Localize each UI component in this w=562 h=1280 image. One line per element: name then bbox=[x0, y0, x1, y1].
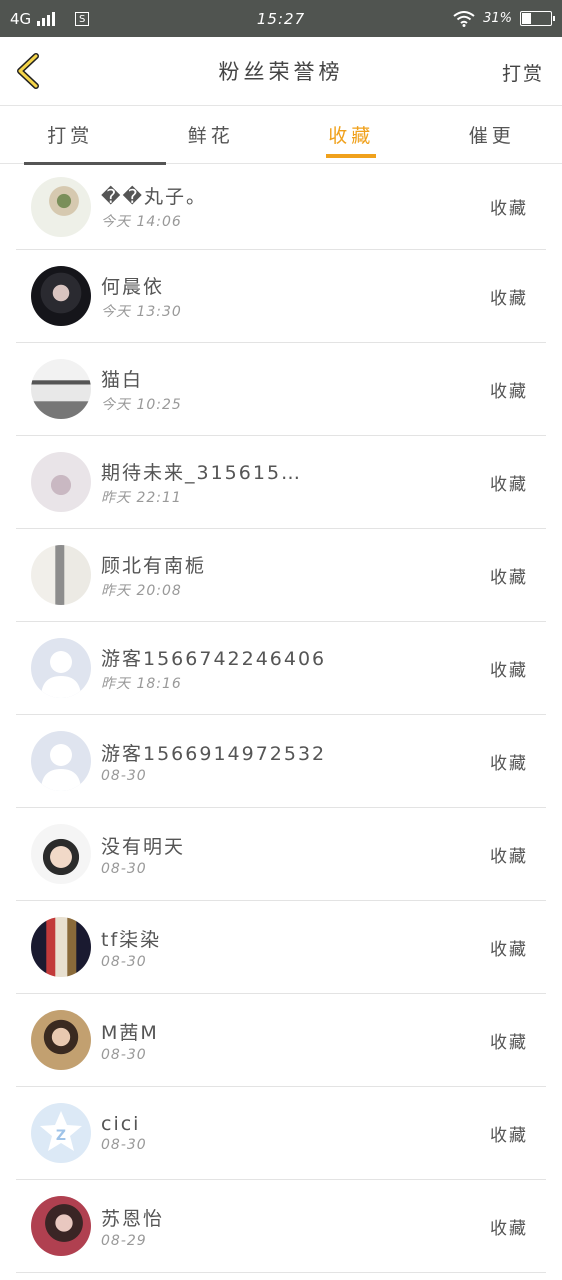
timestamp: 08-30 bbox=[101, 1137, 147, 1153]
list-item[interactable]: 顾北有南栀昨天 20:08 收藏 bbox=[16, 529, 546, 622]
avatar bbox=[31, 545, 91, 605]
network-type: 4G bbox=[10, 9, 32, 28]
status-bar: 4G S 15:27 31% bbox=[0, 0, 562, 37]
timestamp: 08-30 bbox=[101, 1046, 147, 1063]
action-label: 收藏 bbox=[490, 474, 528, 495]
default-user-icon bbox=[41, 744, 81, 791]
page-title: 粉丝荣誉榜 bbox=[218, 60, 344, 84]
avatar bbox=[31, 638, 91, 698]
list-item[interactable]: 何晨依今天 13:30 收藏 bbox=[16, 250, 546, 343]
avatar bbox=[31, 824, 91, 884]
clock: 15:27 bbox=[256, 9, 306, 28]
user-name: cici bbox=[101, 1113, 141, 1135]
avatar bbox=[31, 1010, 91, 1070]
avatar bbox=[31, 359, 91, 419]
battery-percent: 31% bbox=[483, 11, 512, 26]
user-name: 没有明天 bbox=[101, 835, 186, 858]
reward-button[interactable]: 打赏 bbox=[502, 59, 544, 86]
timestamp: 今天 13:30 bbox=[101, 303, 182, 320]
action-label: 收藏 bbox=[490, 1125, 528, 1146]
user-name: tf柒染 bbox=[101, 928, 162, 951]
list-item[interactable]: 苏恩怡 08-29 收藏 bbox=[16, 1180, 546, 1273]
qq-default-icon: Z bbox=[40, 1111, 82, 1151]
avatar bbox=[31, 917, 91, 977]
avatar bbox=[31, 266, 91, 326]
default-user-icon bbox=[41, 651, 81, 698]
sim-icon: S bbox=[75, 11, 90, 26]
status-right: 31% bbox=[453, 10, 555, 27]
user-name: 顾北有南栀 bbox=[101, 554, 207, 577]
action-label: 收藏 bbox=[490, 939, 528, 960]
status-left: 4G S bbox=[10, 9, 90, 28]
tab-urge[interactable]: 催更 bbox=[422, 106, 562, 163]
svg-text:Z: Z bbox=[56, 1128, 66, 1144]
avatar bbox=[31, 1196, 91, 1256]
action-label: 收藏 bbox=[490, 288, 528, 309]
list-item[interactable]: 没有明天 08-30 收藏 bbox=[16, 808, 546, 901]
timestamp: 昨天 18:16 bbox=[101, 675, 182, 692]
action-label: 收藏 bbox=[490, 1218, 528, 1239]
action-label: 收藏 bbox=[490, 1032, 528, 1053]
list-item[interactable]: ��丸子。今天 14:06 收藏 bbox=[16, 164, 546, 250]
list-item[interactable]: M茜M 08-30 收藏 bbox=[16, 994, 546, 1087]
user-name: M茜M bbox=[101, 1021, 159, 1044]
action-label: 收藏 bbox=[490, 199, 528, 219]
timestamp: 昨天 22:11 bbox=[101, 489, 182, 506]
timestamp: 昨天 20:08 bbox=[101, 582, 182, 599]
user-name: 苏恩怡 bbox=[101, 1207, 165, 1230]
action-label: 收藏 bbox=[490, 567, 528, 588]
action-label: 收藏 bbox=[490, 660, 528, 681]
chevron-left-icon[interactable] bbox=[12, 53, 44, 89]
timestamp: 今天 14:06 bbox=[101, 214, 182, 230]
list-item[interactable]: 游客1566742246406 昨天 18:16 收藏 bbox=[16, 622, 546, 715]
avatar bbox=[31, 452, 91, 512]
signal-icon bbox=[37, 11, 56, 26]
timestamp: 08-29 bbox=[101, 1232, 147, 1249]
tab-favorites[interactable]: 收藏 bbox=[281, 106, 422, 163]
list-item[interactable]: 游客1566914972532 08-30 收藏 bbox=[16, 715, 546, 808]
avatar bbox=[31, 176, 91, 237]
list-item[interactable]: 期待未来_315615… 昨天 22:11 收藏 bbox=[16, 436, 546, 529]
user-name: 游客1566914972532 bbox=[101, 742, 327, 765]
avatar bbox=[31, 731, 91, 791]
action-label: 收藏 bbox=[490, 846, 528, 867]
tab-bar: 打赏 鲜花 收藏 催更 bbox=[0, 106, 562, 164]
battery-icon bbox=[520, 11, 555, 26]
user-name: 期待未来_315615… bbox=[101, 461, 303, 484]
tab-flowers[interactable]: 鲜花 bbox=[141, 106, 282, 163]
timestamp: 08-30 bbox=[101, 953, 147, 970]
page-header: 粉丝荣誉榜 打赏 bbox=[0, 37, 562, 106]
user-name: ��丸子。 bbox=[101, 186, 207, 208]
timestamp: 08-30 bbox=[101, 860, 147, 877]
user-name: 猫白 bbox=[101, 368, 144, 391]
list-item[interactable]: Z cici 08-30 收藏 bbox=[16, 1087, 546, 1180]
action-label: 收藏 bbox=[490, 753, 528, 774]
tab-reward[interactable]: 打赏 bbox=[0, 106, 141, 163]
list-item[interactable]: 猫白今天 10:25 收藏 bbox=[16, 343, 546, 436]
wifi-icon bbox=[453, 10, 475, 27]
user-name: 游客1566742246406 bbox=[101, 647, 327, 670]
avatar: Z bbox=[31, 1103, 91, 1163]
timestamp: 今天 10:25 bbox=[101, 396, 182, 413]
timestamp: 08-30 bbox=[101, 767, 147, 784]
list-item[interactable]: tf柒染 08-30 收藏 bbox=[16, 901, 546, 994]
fan-list: ��丸子。今天 14:06 收藏 何晨依今天 13:30 收藏 猫白今天 10:… bbox=[0, 164, 562, 1273]
user-name: 何晨依 bbox=[101, 275, 165, 298]
action-label: 收藏 bbox=[490, 381, 528, 402]
